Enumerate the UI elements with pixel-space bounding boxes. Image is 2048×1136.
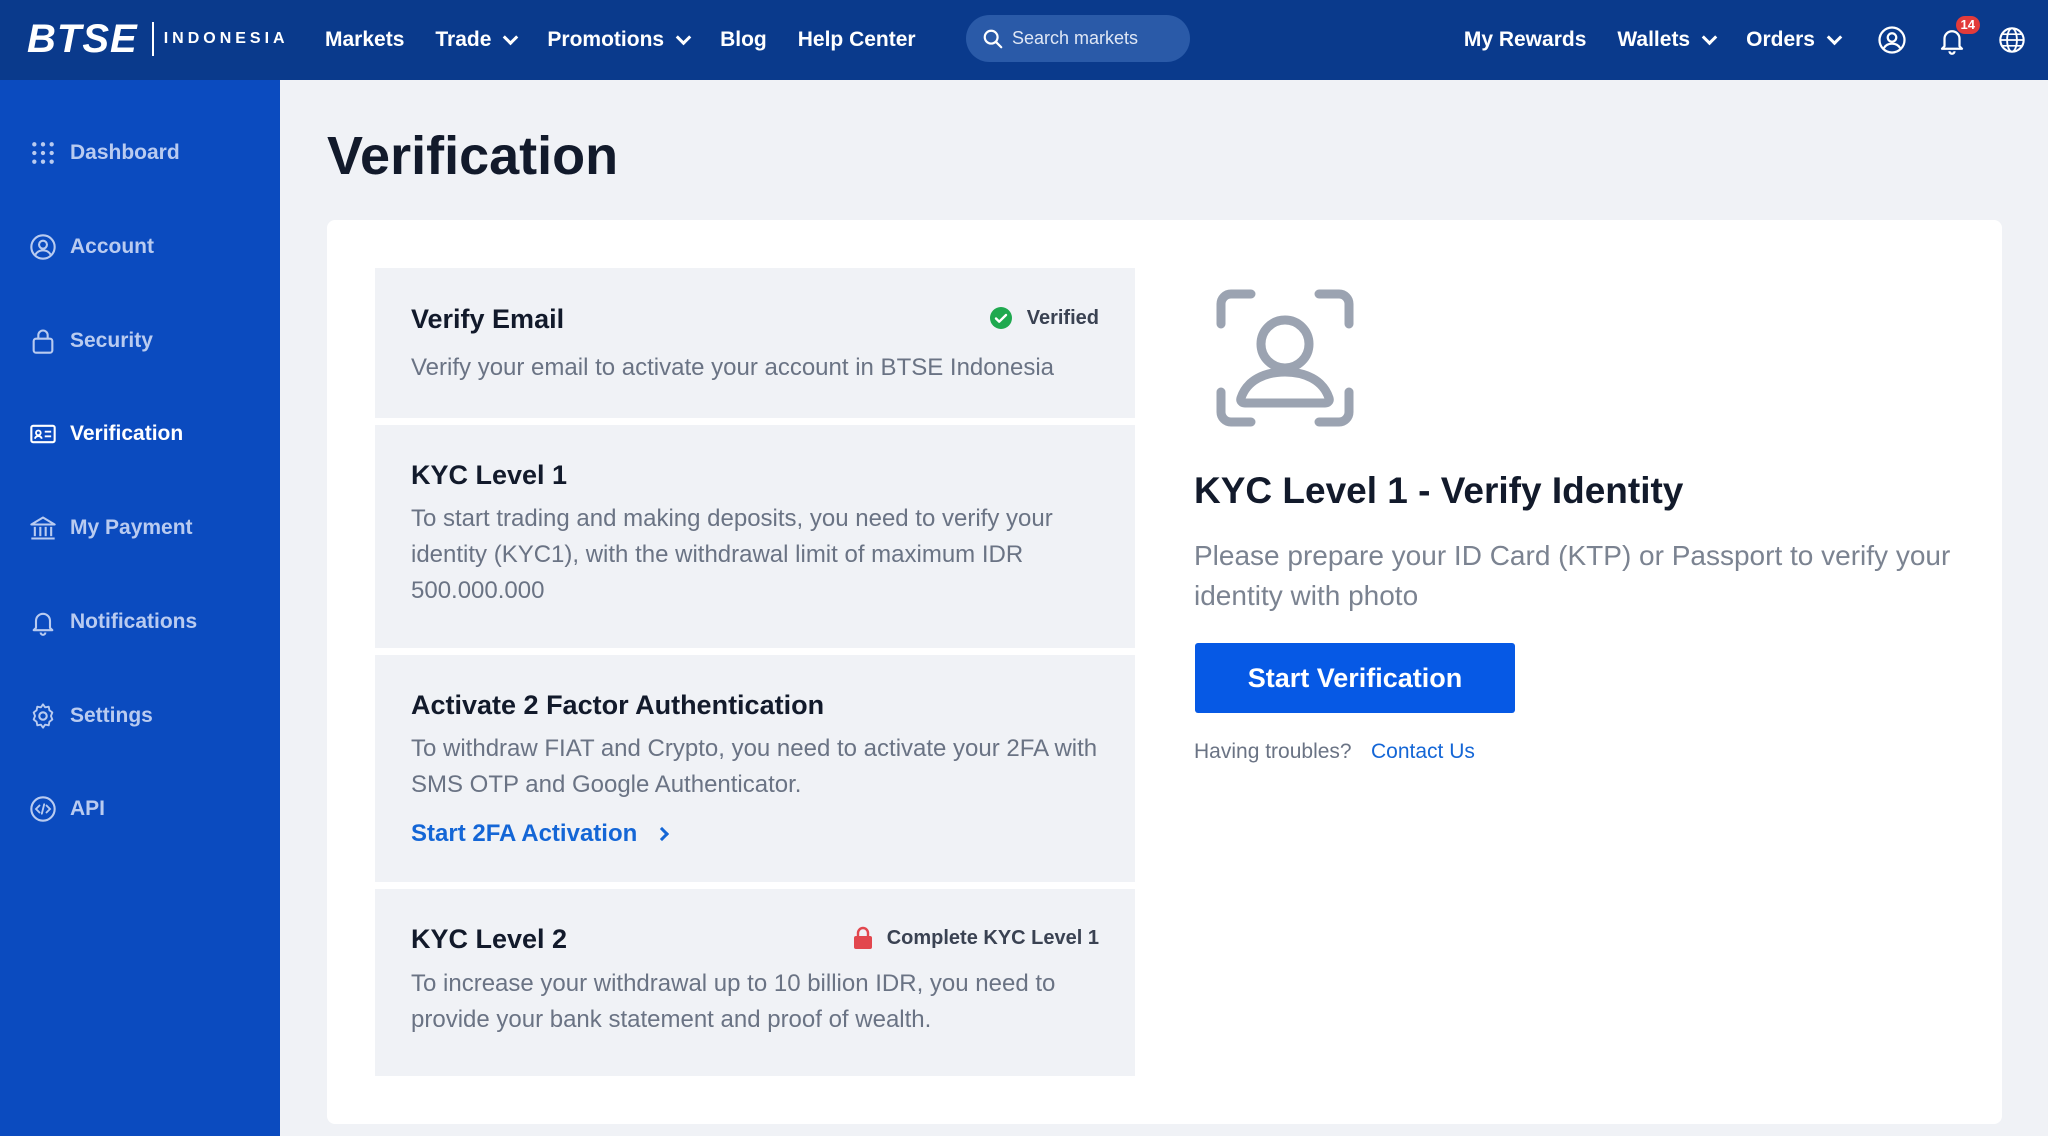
nav-blog-label: Blog: [720, 28, 767, 51]
card-title: KYC Level 2: [411, 924, 568, 954]
nav-my-rewards[interactable]: My Rewards: [1464, 28, 1587, 52]
sidebar-item-account[interactable]: Account: [28, 227, 154, 267]
card-description: To start trading and making deposits, yo…: [411, 505, 1053, 604]
nav-trade[interactable]: Trade: [435, 28, 519, 52]
lock-icon: [28, 326, 58, 356]
profile-button[interactable]: [1876, 24, 1908, 56]
nav-wallets-label: Wallets: [1617, 28, 1691, 51]
card-description: Verify your email to activate your accou…: [411, 354, 1054, 381]
card-description: To withdraw FIAT and Crypto, you need to…: [411, 735, 1098, 798]
locked-status: Complete KYC Level 1: [851, 926, 1099, 950]
top-navbar: BTSE INDONESIA Markets Trade Promotions …: [0, 0, 2048, 80]
user-circle-icon: [1878, 26, 1906, 54]
sidebar-item-label: Security: [70, 329, 153, 352]
verified-status: Verified: [989, 306, 1099, 330]
search-bar[interactable]: [966, 15, 1190, 62]
logo-divider: [151, 22, 154, 56]
nav-markets-label: Markets: [325, 28, 405, 51]
nav-markets[interactable]: Markets: [325, 28, 404, 52]
verification-panel: Verify Email Verified Verify your email …: [327, 220, 2002, 1124]
card-description: To increase your withdrawal up to 10 bil…: [411, 970, 1056, 1033]
kyc-title: KYC Level 1 - Verify Identity: [1194, 470, 1684, 511]
card-title: Activate 2 Factor Authentication: [411, 690, 825, 720]
chevron-down-icon: [1826, 29, 1843, 45]
kyc-description: Please prepare your ID Card (KTP) or Pas…: [1194, 540, 1951, 611]
grid-icon: [28, 138, 58, 168]
brand-region: INDONESIA: [163, 30, 289, 47]
nav-help-center-label: Help Center: [797, 28, 916, 51]
check-circle-icon: [989, 307, 1012, 329]
bell-icon: [28, 607, 58, 637]
sidebar-item-label: Verification: [70, 422, 184, 445]
main-nav: Markets Trade Promotions Blog Help Cente…: [325, 0, 947, 80]
nav-right: My Rewards Wallets Orders 14: [1464, 0, 2028, 80]
sidebar: Dashboard Account Security Verification …: [0, 80, 280, 1136]
globe-icon: [1999, 27, 2025, 53]
brand-logo[interactable]: BTSE INDONESIA: [27, 16, 289, 62]
notifications-button[interactable]: 14: [1936, 16, 1980, 56]
nav-blog[interactable]: Blog: [720, 28, 767, 52]
nav-orders[interactable]: Orders: [1746, 28, 1843, 52]
start-verification-button[interactable]: Start Verification: [1195, 643, 1515, 713]
nav-promotions[interactable]: Promotions: [547, 28, 692, 52]
status-text: Verified: [1026, 306, 1099, 329]
start-2fa-activation-link[interactable]: Start 2FA Activation: [411, 820, 670, 848]
trouble-text: Having troubles?: [1194, 740, 1352, 763]
contact-us-link[interactable]: Contact Us: [1371, 740, 1475, 764]
card-title: Verify Email: [411, 304, 565, 334]
two-factor-card: Activate 2 Factor Authentication To with…: [375, 655, 1135, 882]
nav-wallets[interactable]: Wallets: [1617, 28, 1718, 52]
bank-icon: [28, 513, 58, 543]
chevron-down-icon: [1701, 29, 1718, 45]
sidebar-item-label: Dashboard: [70, 141, 180, 164]
nav-promotions-label: Promotions: [547, 28, 665, 51]
face-scan-icon: [1216, 289, 1354, 427]
chevron-right-icon: [655, 826, 670, 842]
sidebar-item-label: Settings: [70, 704, 153, 727]
chevron-down-icon: [503, 29, 519, 45]
sidebar-item-verification[interactable]: Verification: [28, 414, 183, 454]
status-text: Complete KYC Level 1: [886, 926, 1099, 949]
sidebar-item-label: API: [70, 797, 106, 820]
card-title: KYC Level 1: [411, 460, 568, 490]
notification-count-badge: 14: [1955, 16, 1980, 34]
sidebar-item-dashboard[interactable]: Dashboard: [28, 133, 180, 173]
search-icon: [983, 29, 1003, 48]
link-label: Start 2FA Activation: [411, 820, 638, 847]
chevron-down-icon: [675, 29, 692, 45]
search-input[interactable]: [1012, 28, 1172, 49]
verify-email-card: Verify Email Verified Verify your email …: [375, 268, 1135, 418]
kyc-level-2-card: KYC Level 2 Complete KYC Level 1 To incr…: [375, 889, 1135, 1076]
nav-my-rewards-label: My Rewards: [1463, 28, 1587, 51]
nav-trade-label: Trade: [435, 28, 492, 51]
brand-name: BTSE: [27, 16, 138, 61]
sidebar-item-label: Account: [70, 235, 154, 258]
page-title: Verification: [327, 126, 619, 186]
sidebar-item-security[interactable]: Security: [28, 321, 153, 361]
id-card-icon: [28, 419, 58, 449]
sidebar-item-api[interactable]: API: [28, 789, 105, 829]
sidebar-item-label: Notifications: [70, 610, 198, 633]
lock-icon: [853, 926, 872, 949]
sidebar-item-settings[interactable]: Settings: [28, 696, 153, 736]
kyc-level-1-card: KYC Level 1 To start trading and making …: [375, 425, 1135, 648]
gear-icon: [28, 701, 58, 731]
sidebar-item-notifications[interactable]: Notifications: [28, 602, 197, 642]
sidebar-item-label: My Payment: [70, 516, 193, 539]
nav-orders-label: Orders: [1746, 28, 1815, 51]
nav-help-center[interactable]: Help Center: [798, 28, 916, 52]
sidebar-item-my-payment[interactable]: My Payment: [28, 508, 193, 548]
language-button[interactable]: [1996, 24, 2028, 56]
user-circle-icon: [28, 232, 58, 262]
code-icon: [28, 794, 58, 824]
